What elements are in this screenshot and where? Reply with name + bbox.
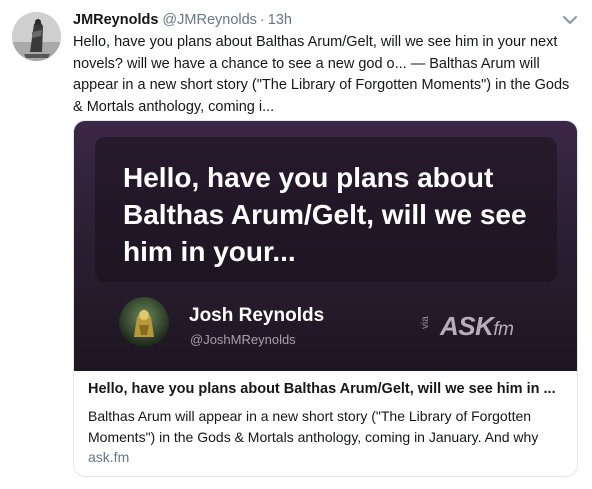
card-domain: ask.fm [88,449,130,465]
card-author-handle: @JoshMReynolds [190,332,296,347]
question-text: Hello, have you plans about Balthas Arum… [123,162,527,267]
card-description: Balthas Arum will appear in a new short … [88,408,539,445]
user-avatar[interactable] [12,12,61,61]
tweet-timestamp[interactable]: 13h [268,12,292,28]
question-box: Hello, have you plans about Balthas Arum… [95,137,557,282]
separator-dot: · [259,12,265,28]
askfm-logo-fm: fm [493,319,514,340]
card-title: Hello, have you plans about Balthas Arum… [88,381,556,397]
tweet-header: JMReynolds @JMReynolds · 13h [73,10,292,30]
card-image[interactable]: Hello, have you plans about Balthas Arum… [74,121,577,371]
tweet[interactable]: JMReynolds @JMReynolds · 13h Hello, have… [0,0,592,489]
card-author-avatar [119,297,169,347]
chevron-down-icon[interactable] [561,13,579,27]
via-label: via [420,316,431,329]
author-name[interactable]: JMReynolds [73,12,158,28]
author-handle[interactable]: @JMReynolds [162,12,257,28]
askfm-logo: ASKfm [440,311,514,342]
avatar-image [12,12,61,61]
card-author-name: Josh Reynolds [189,305,325,326]
tweet-text: Hello, have you plans about Balthas Arum… [73,34,570,115]
askfm-logo-ask: ASK [440,311,494,341]
link-card[interactable]: Hello, have you plans about Balthas Arum… [73,120,578,477]
